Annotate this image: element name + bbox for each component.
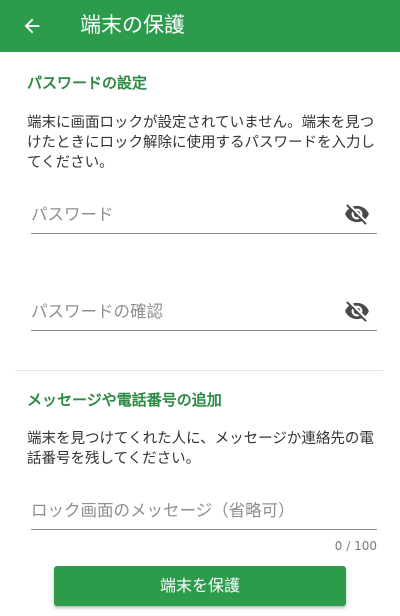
password-section-title: パスワードの設定: [27, 74, 148, 92]
lock-screen-message-input[interactable]: [31, 495, 371, 525]
confirm-password-visibility-toggle[interactable]: [344, 298, 370, 324]
password-section-description: 端末に画面ロックが設定されていません。端末を見つけたときにロック解除に使用するパ…: [27, 115, 375, 171]
protect-device-button[interactable]: 端末を保護: [54, 566, 346, 606]
message-section-title: メッセージや電話番号の追加: [27, 391, 222, 409]
confirm-password-field: [31, 296, 377, 331]
back-button[interactable]: [12, 6, 52, 46]
password-visibility-toggle[interactable]: [344, 201, 370, 227]
arrow-back-icon: [24, 18, 40, 34]
eye-off-icon: [345, 204, 369, 225]
password-input[interactable]: [31, 199, 331, 229]
section-divider: [15, 370, 383, 371]
confirm-password-input[interactable]: [31, 296, 331, 326]
page-title: 端末の保護: [80, 13, 185, 37]
eye-off-icon: [345, 301, 369, 322]
app-bar: 端末の保護: [0, 0, 400, 52]
character-counter: 0 / 100: [334, 539, 377, 553]
message-section-description: 端末を見つけてくれた人に、メッセージか連絡先の電話番号を残してください。: [27, 431, 374, 467]
lock-screen-message-field: [31, 495, 377, 530]
password-field: [31, 199, 377, 234]
